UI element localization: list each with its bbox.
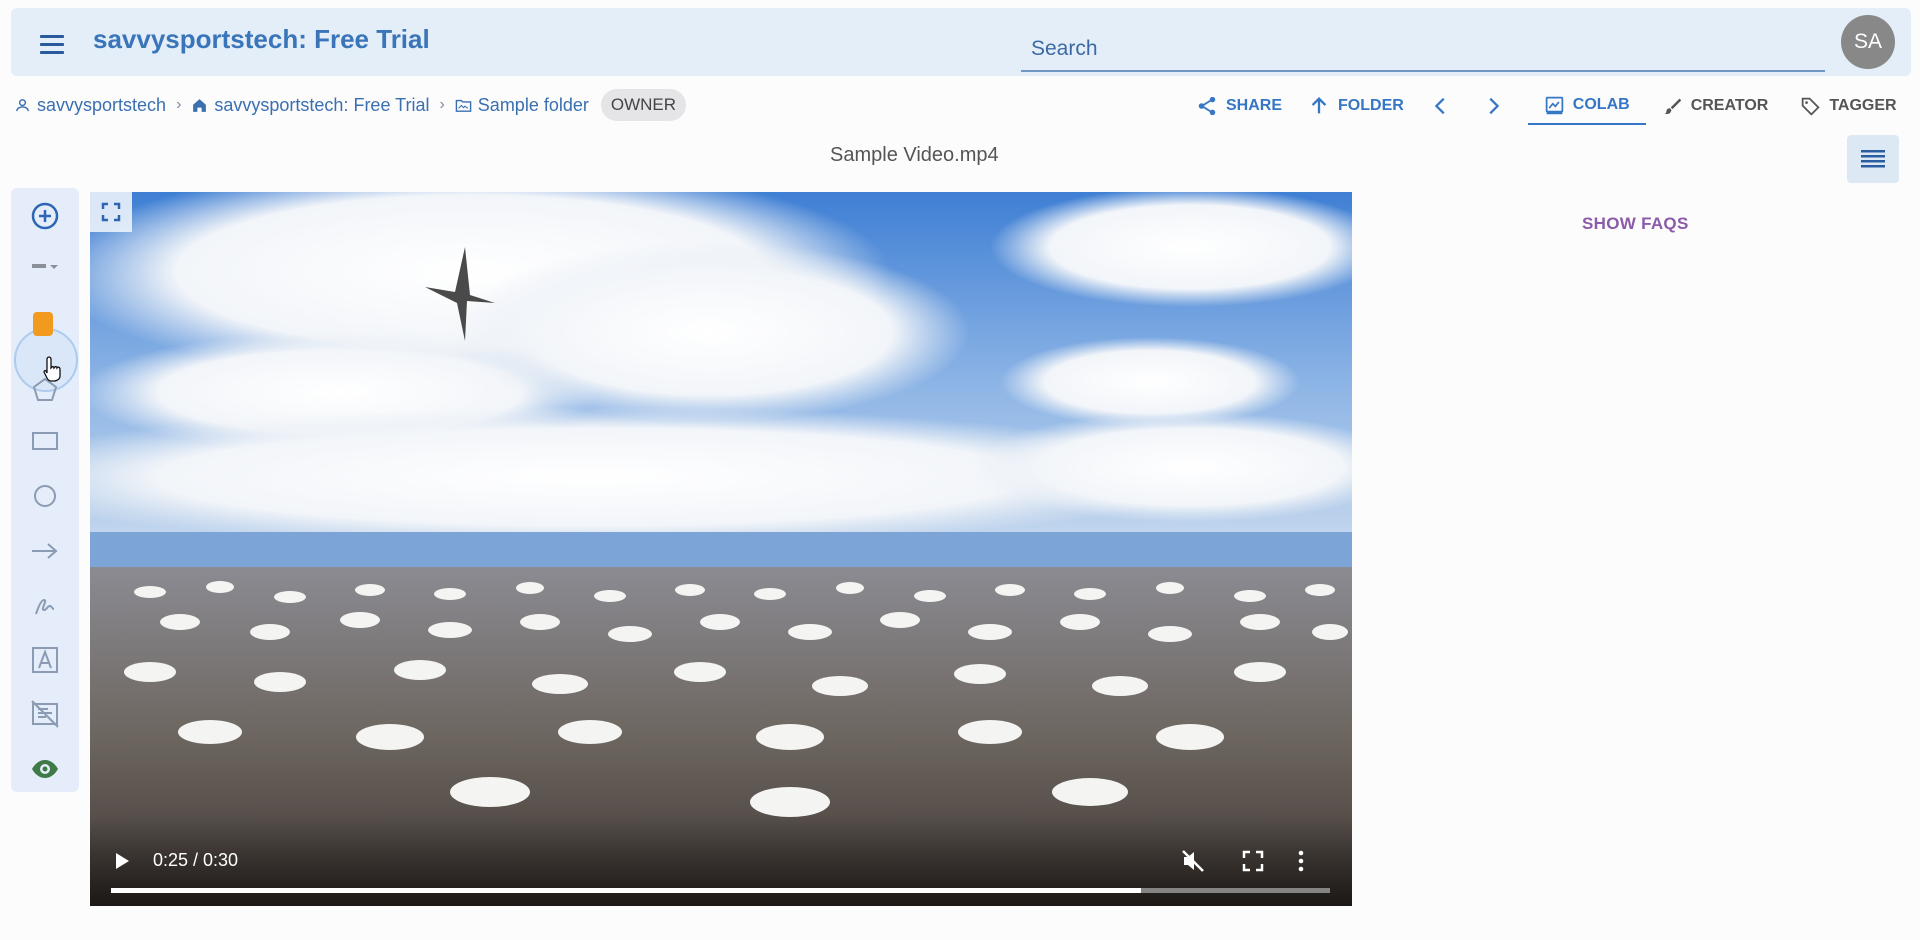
app-title[interactable]: savvysportstech: Free Trial [93,24,430,55]
folder-label: FOLDER [1338,97,1404,114]
share-label: SHARE [1226,97,1283,114]
breadcrumb-project[interactable]: savvysportstech: Free Trial [191,95,429,116]
text-tool[interactable] [25,640,65,680]
clear-annotations-tool[interactable] [25,694,65,734]
rectangle-tool[interactable] [25,421,65,461]
list-icon [1861,150,1885,168]
show-faqs-button[interactable]: SHOW FAQS [1582,214,1689,234]
tab-label: TAGGER [1829,97,1897,114]
search-field[interactable] [1021,30,1825,72]
add-tool[interactable] [25,196,65,236]
avatar[interactable]: SA [1841,15,1895,69]
freehand-tool[interactable] [25,585,65,625]
breadcrumb-account[interactable]: savvysportstech [14,95,166,116]
tab-label: CREATOR [1690,97,1769,114]
annotation-toolbar [11,188,79,792]
tab-label: COLAB [1572,96,1630,113]
visibility-tool[interactable] [25,749,65,789]
chevron-right-icon [1489,97,1500,115]
freehand-icon [35,598,55,615]
folder-icon [455,99,472,112]
hand-cursor-icon [43,356,61,382]
breadcrumb-separator: › [176,96,182,113]
annotation-list-button[interactable] [1847,135,1899,183]
app-header: savvysportstech: Free Trial SA [11,8,1911,76]
folder-up-button[interactable]: FOLDER [1308,95,1404,117]
add-icon [31,202,59,230]
file-title: Sample Video.mp4 [830,144,999,166]
video-frame [90,192,1352,906]
fullscreen-icon[interactable] [1240,848,1266,874]
more-options-icon[interactable] [1288,848,1314,874]
menu-icon[interactable] [36,28,70,62]
arrow-icon [32,543,58,559]
chevron-left-icon [1434,97,1445,115]
person-icon [16,98,29,111]
breadcrumb: savvysportstech › savvysportstech: Free … [14,89,687,121]
colab-icon [1545,96,1564,114]
video-controls: 0:25 / 0:30 [90,816,1352,906]
annotation-fullscreen-button[interactable] [90,192,132,232]
search-input[interactable] [1021,30,1825,68]
video-time: 0:25 / 0:30 [153,850,239,870]
fullscreen-icon [101,202,121,222]
brush-icon [1664,98,1681,114]
rectangle-icon [32,432,58,450]
breadcrumb-label: savvysportstech: Free Trial [214,94,430,115]
circle-icon [34,485,56,507]
color-tool[interactable] [25,306,65,346]
breadcrumb-label: Sample folder [477,94,589,115]
home-icon [193,98,207,112]
page-actions: SHARE FOLDER COLAB CREATOR TAGGER [1196,87,1913,125]
breadcrumb-label: savvysportstech [37,94,167,115]
text-icon [32,647,58,673]
visibility-icon [32,760,58,778]
mute-icon[interactable] [1180,848,1206,874]
video-progress-fill [111,888,1142,893]
arrow-up-icon [1311,97,1327,114]
color-swatch-icon [33,312,53,336]
breadcrumb-folder[interactable]: Sample folder [455,95,589,116]
line-style-tool[interactable] [25,246,65,286]
tab-colab[interactable]: COLAB [1527,87,1646,125]
tag-icon [1802,97,1820,116]
tab-creator[interactable]: CREATOR [1646,87,1785,125]
video-player[interactable]: 0:25 / 0:30 [90,192,1352,906]
share-icon [1198,96,1216,116]
tab-tagger[interactable]: TAGGER [1784,87,1912,125]
play-icon[interactable] [110,850,132,872]
clear-annotations-icon [31,700,59,728]
line-style-icon [32,264,58,269]
arrow-tool[interactable] [25,531,65,571]
circle-tool[interactable] [25,476,65,516]
role-badge: OWNER [600,89,687,121]
share-button[interactable]: SHARE [1196,95,1282,117]
previous-button[interactable] [1430,95,1452,117]
next-button[interactable] [1482,95,1504,117]
breadcrumb-separator: › [439,96,445,113]
video-progress-bar[interactable] [111,888,1330,893]
